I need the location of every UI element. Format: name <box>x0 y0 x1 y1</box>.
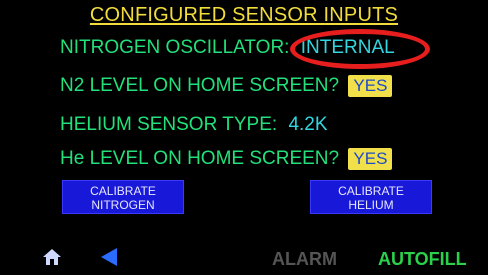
nitrogen-oscillator-value[interactable]: INTERNAL <box>301 37 395 58</box>
alarm-indicator[interactable]: ALARM <box>272 249 337 270</box>
page-title: CONFIGURED SENSOR INPUTS <box>89 4 399 26</box>
calibrate-helium-line1: CALIBRATE <box>338 184 404 198</box>
nitrogen-oscillator-row: NITROGEN OSCILLATOR: INTERNAL <box>60 37 395 59</box>
calibrate-nitrogen-button[interactable]: CALIBRATE NITROGEN <box>62 180 184 214</box>
calibrate-helium-line2: HELIUM <box>348 198 394 212</box>
nitrogen-oscillator-label: NITROGEN OSCILLATOR: <box>60 37 290 58</box>
calibrate-helium-button[interactable]: CALIBRATE HELIUM <box>310 180 432 214</box>
he-level-yes-toggle[interactable]: YES <box>348 148 393 170</box>
calibrate-nitrogen-line1: CALIBRATE <box>90 184 156 198</box>
home-icon[interactable] <box>42 247 62 267</box>
calibrate-nitrogen-line2: NITROGEN <box>91 198 155 212</box>
autofill-button[interactable]: AUTOFILL <box>378 249 467 270</box>
he-level-row: He LEVEL ON HOME SCREEN? YES <box>60 148 393 170</box>
helium-sensor-label: HELIUM SENSOR TYPE: <box>60 114 278 135</box>
back-arrow-icon[interactable] <box>98 247 120 267</box>
he-level-label: He LEVEL ON HOME SCREEN? <box>60 148 340 169</box>
n2-level-yes-toggle[interactable]: YES <box>348 75 393 97</box>
helium-sensor-row: HELIUM SENSOR TYPE: 4.2K <box>60 114 328 136</box>
sensor-config-screen: CONFIGURED SENSOR INPUTS NITROGEN OSCILL… <box>0 0 488 275</box>
n2-level-row: N2 LEVEL ON HOME SCREEN? YES <box>60 75 393 97</box>
helium-sensor-value[interactable]: 4.2K <box>288 114 327 135</box>
n2-level-label: N2 LEVEL ON HOME SCREEN? <box>60 75 340 96</box>
